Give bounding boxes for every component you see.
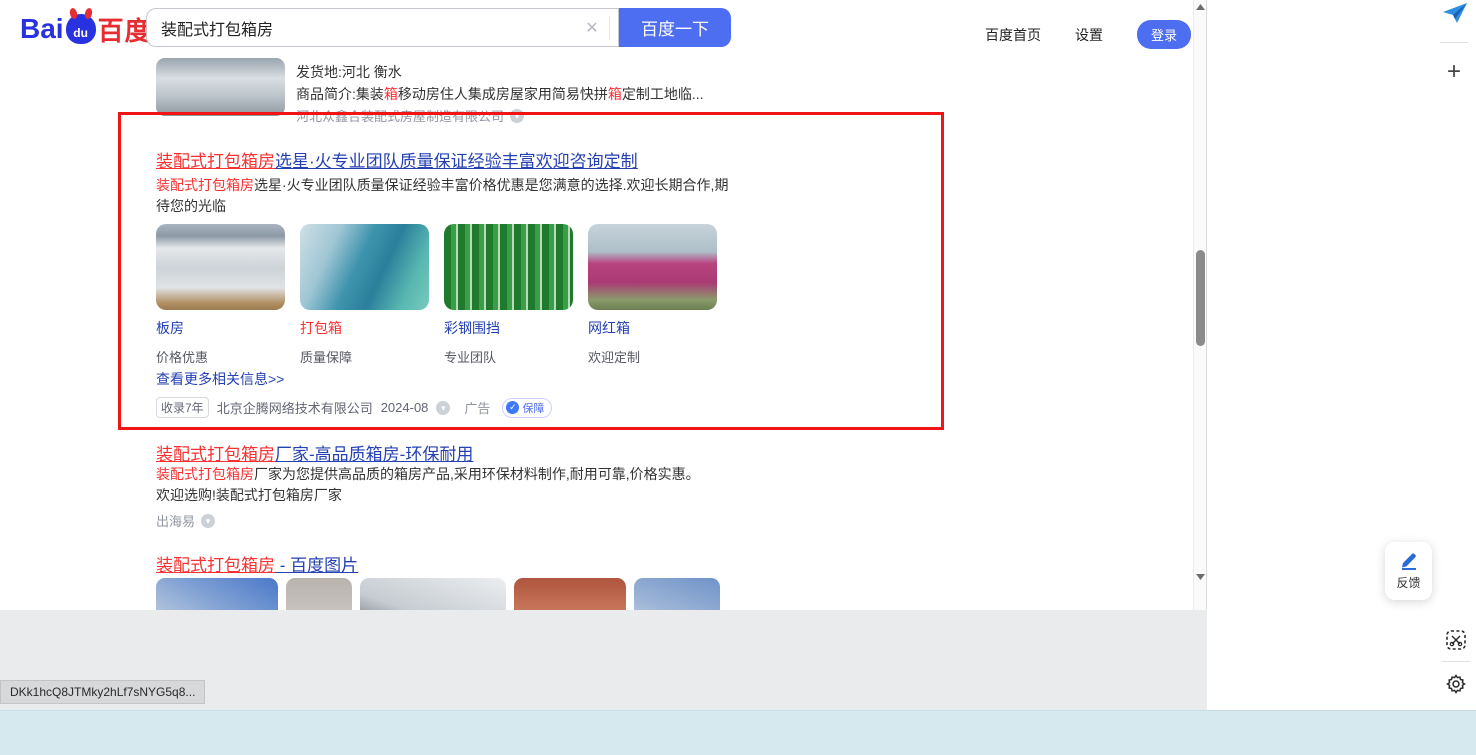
result2-source-row: 出海易 ▾ [156, 511, 215, 530]
ad-card-1: 打包箱 质量保障 [300, 318, 429, 366]
result3-title-link[interactable]: 装配式打包箱房 - 百度图片 [156, 556, 358, 575]
indexed-years-badge: 收录7年 [156, 397, 209, 418]
page-scrollbar[interactable] [1193, 0, 1206, 610]
feedback-label: 反馈 [1396, 574, 1420, 591]
ad-card-label[interactable]: 网红箱 [588, 318, 717, 338]
ad-thumb-wanghong-image[interactable] [588, 224, 717, 310]
search-divider [609, 17, 610, 39]
ad-card-2: 彩钢围挡 专业团队 [444, 318, 573, 366]
guarantee-check-icon: ✓ [506, 401, 519, 414]
ad-thumb-banfang-image[interactable] [156, 224, 285, 310]
ad-card-0: 板房 价格优惠 [156, 318, 285, 366]
ad-card-sub: 价格优惠 [156, 347, 285, 366]
ad-meta-row: 收录7年 北京企腾网络技术有限公司 2024-08 ▾ 广告 ✓ 保障 [156, 397, 552, 418]
settings-gear-icon[interactable] [1446, 674, 1466, 699]
header-nav: 百度首页 设置 登录 [985, 20, 1191, 49]
ad-caption-row: 板房 价格优惠 打包箱 质量保障 彩钢围挡 专业团队 网红箱 欢迎定制 [156, 318, 732, 366]
ad-card-3: 网红箱 欢迎定制 [588, 318, 717, 366]
result2-description: 装配式打包箱房厂家为您提供高品质的箱房产品,采用环保材料制作,耐用可靠,价格实惠… [156, 464, 716, 506]
baidu-search-button[interactable]: 百度一下 [619, 8, 731, 47]
ad-result-description: 装配式打包箱房选星·火专业团队质量保证经验丰富价格优惠是您满意的选择.欢迎长期合… [156, 175, 734, 217]
partial-intro-line: 商品简介:集装箱移动房住人集成房屋家用简易快拼箱定制工地临... [296, 84, 704, 104]
result3-thumb-image[interactable] [514, 578, 626, 610]
baidu-paw-icon: du [66, 14, 96, 44]
result3-thumb-image[interactable] [360, 578, 506, 610]
ad-card-label[interactable]: 彩钢围挡 [444, 318, 573, 338]
nav-settings[interactable]: 设置 [1075, 25, 1103, 45]
source-expand-icon[interactable]: ▾ [436, 401, 450, 415]
nav-baidu-home[interactable]: 百度首页 [985, 25, 1041, 45]
result3-thumb-image[interactable] [286, 578, 352, 610]
guarantee-badge[interactable]: ✓ 保障 [502, 398, 552, 418]
result3-thumb-image[interactable] [156, 578, 278, 610]
ad-desc-highlight: 装配式打包箱房 [156, 177, 254, 193]
ad-card-label[interactable]: 打包箱 [300, 318, 429, 338]
partial-source-name[interactable]: 河北众鑫合装配式房屋制造有限公司 [296, 106, 504, 125]
add-sidebar-item-icon[interactable]: + [1447, 58, 1461, 86]
screenshot-scissors-icon[interactable] [1446, 630, 1466, 655]
intro-highlight-1: 箱 [384, 86, 398, 102]
result2-source-name[interactable]: 出海易 [156, 511, 195, 530]
search-input[interactable] [147, 19, 575, 37]
sidebar-divider [1440, 42, 1468, 43]
feedback-button[interactable]: 反馈 [1385, 542, 1432, 600]
baidu-results-page: Bai du 百度 ✕ 百度一下 百度首页 设置 登录 发货地:河北 衡水 商品… [0, 0, 1193, 610]
intro-highlight-2: 箱 [608, 86, 622, 102]
ad-card-sub: 质量保障 [300, 347, 429, 366]
source-expand-icon[interactable]: ▾ [510, 109, 524, 123]
intro-suffix: 定制工地临... [622, 86, 704, 102]
result2-desc-highlight: 装配式打包箱房 [156, 466, 254, 482]
ad-date: 2024-08 [381, 400, 429, 415]
result2-title[interactable]: 装配式打包箱房厂家-高品质箱房-环保耐用 [156, 440, 473, 465]
partial-result-image[interactable] [156, 58, 285, 116]
intro-prefix: 商品简介:集装 [296, 86, 384, 102]
guarantee-label: 保障 [522, 400, 544, 416]
ad-title-highlight: 装配式打包箱房 [156, 152, 275, 171]
partial-ship-line: 发货地:河北 衡水 [296, 62, 402, 82]
result3-title[interactable]: 装配式打包箱房 - 百度图片 [156, 551, 358, 576]
partial-source-row: 河北众鑫合装配式房屋制造有限公司 ▾ [296, 106, 524, 125]
source-expand-icon[interactable]: ▾ [201, 514, 215, 528]
result2-title-link[interactable]: 装配式打包箱房厂家-高品质箱房-环保耐用 [156, 445, 473, 464]
login-button[interactable]: 登录 [1137, 20, 1191, 49]
baidu-header: Bai du 百度 ✕ 百度一下 百度首页 设置 登录 [0, 0, 1193, 55]
result3-image-strip [156, 578, 720, 610]
ad-card-sub: 欢迎定制 [588, 347, 717, 366]
ad-thumbnail-row [156, 224, 717, 310]
result2-title-rest: 厂家-高品质箱房-环保耐用 [275, 445, 473, 464]
ad-card-label[interactable]: 板房 [156, 318, 285, 338]
ad-thumb-dabaoxiang-image[interactable] [300, 224, 429, 310]
intro-mid: 移动房住人集成房屋家用简易快拼 [398, 86, 608, 102]
result3-title-rest: - 百度图片 [275, 556, 358, 575]
logo-cn-text: 百度 [98, 11, 152, 48]
scrollbar-thumb[interactable] [1196, 250, 1205, 346]
result2-title-highlight: 装配式打包箱房 [156, 445, 275, 464]
clear-search-icon[interactable]: ✕ [575, 18, 609, 38]
result3-title-highlight: 装配式打包箱房 [156, 556, 275, 575]
ad-thumb-caigang-image[interactable] [444, 224, 573, 310]
paper-plane-icon[interactable] [1443, 3, 1467, 28]
browser-edge-divider [1206, 0, 1207, 610]
baidu-logo[interactable]: Bai du 百度 [20, 9, 152, 49]
sidebar-divider [1442, 661, 1470, 662]
ad-title-rest: 选星·火专业团队质量保证经验丰富欢迎咨询定制 [275, 152, 638, 171]
windows-taskbar: 搜索 G Ps [0, 710, 1476, 755]
ad-label: 广告 [464, 398, 490, 417]
ad-company[interactable]: 北京企腾网络技术有限公司 [217, 398, 373, 417]
ad-title-link[interactable]: 装配式打包箱房选星·火专业团队质量保证经验丰富欢迎咨询定制 [156, 152, 638, 171]
link-preview-tooltip: DKk1hcQ8JTMky2hLf7sNYG5q8... [0, 680, 205, 704]
logo-bai-text: Bai [20, 13, 64, 45]
see-more-link[interactable]: 查看更多相关信息>> [156, 369, 284, 389]
ad-card-sub: 专业团队 [444, 347, 573, 366]
result3-thumb-image[interactable] [634, 578, 720, 610]
ad-result-title[interactable]: 装配式打包箱房选星·火专业团队质量保证经验丰富欢迎咨询定制 [156, 147, 638, 172]
pencil-icon [1399, 552, 1419, 570]
search-box: ✕ [146, 8, 619, 47]
